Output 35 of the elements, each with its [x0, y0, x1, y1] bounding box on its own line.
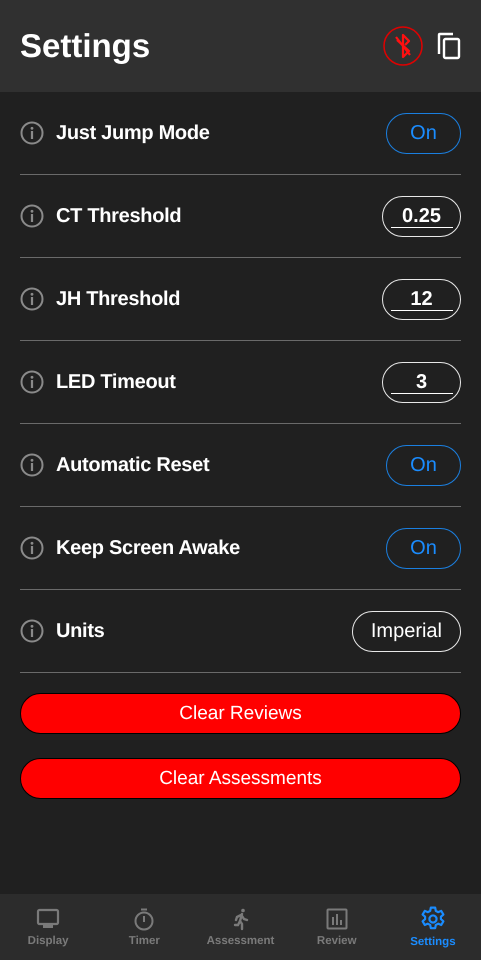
setting-label: Keep Screen Awake — [56, 536, 241, 560]
setting-label: LED Timeout — [56, 370, 177, 394]
units-button[interactable]: Imperial — [352, 610, 461, 652]
copy-icon[interactable] — [437, 32, 461, 60]
gear-icon — [420, 906, 446, 932]
info-icon[interactable] — [20, 204, 44, 228]
tab[interactable]: Review — [288, 894, 385, 960]
setting-label: CT Threshold — [56, 204, 182, 228]
info-icon[interactable] — [20, 287, 44, 311]
monitor-icon — [36, 907, 60, 931]
bar-chart-icon — [324, 907, 349, 931]
tab[interactable]: Timer — [96, 894, 192, 960]
tab[interactable]: Settings — [384, 894, 481, 960]
info-icon[interactable] — [20, 121, 44, 145]
input-field[interactable]: 3 — [382, 362, 461, 402]
input-field[interactable]: 12 — [382, 278, 461, 320]
toggle-button[interactable]: On — [386, 444, 461, 486]
setting-label: Units — [56, 620, 106, 642]
stopwatch-icon — [132, 907, 156, 931]
toggle-button[interactable]: On — [386, 528, 461, 568]
tab[interactable]: Display — [0, 894, 96, 960]
input-field[interactable]: 0.25 — [382, 196, 461, 236]
info-icon[interactable] — [20, 619, 44, 643]
tab[interactable]: Assessment — [192, 894, 289, 960]
clear-button[interactable]: Clear Assessments — [20, 758, 461, 799]
info-icon[interactable] — [20, 370, 44, 394]
page-title: Settings — [20, 27, 150, 65]
bluetooth-off-icon[interactable] — [383, 26, 423, 66]
clear-button[interactable]: Clear Reviews — [20, 693, 461, 734]
setting-label: Just Jump Mode — [56, 122, 211, 144]
info-icon[interactable] — [20, 536, 44, 560]
setting-label: JH Threshold — [56, 288, 182, 310]
toggle-button[interactable]: On — [386, 112, 461, 154]
info-icon[interactable] — [20, 453, 44, 477]
setting-label: Automatic Reset — [56, 454, 210, 476]
